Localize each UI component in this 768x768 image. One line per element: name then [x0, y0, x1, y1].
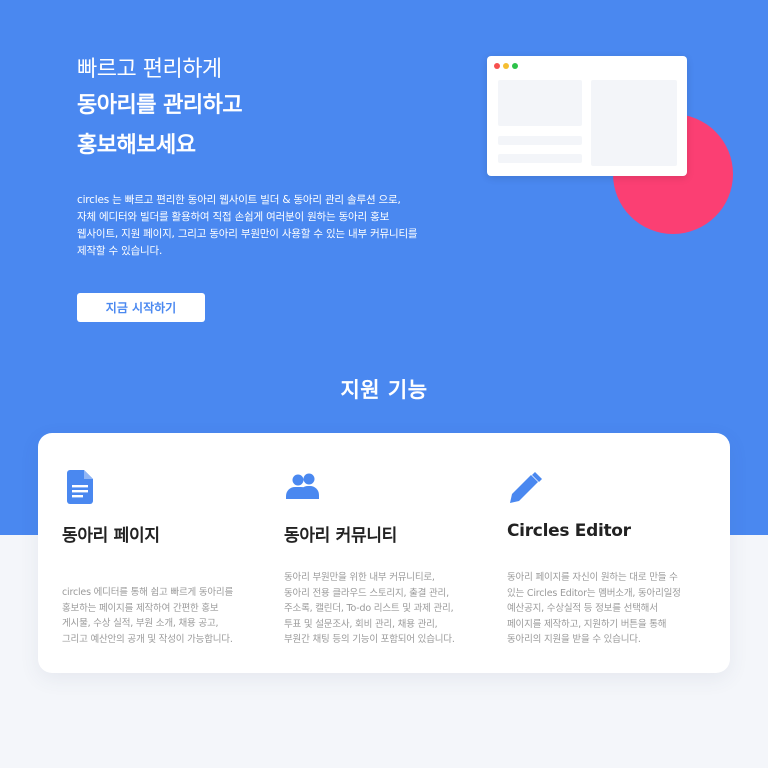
feature-description-line: 투표 및 설문조사, 회비 관리, 채용 관리, — [284, 618, 438, 630]
document-icon — [67, 470, 93, 508]
hero-description-line: 제작할 수 있습니다. — [77, 245, 163, 257]
feature-title: 동아리 커뮤니티 — [284, 526, 397, 546]
feature-description-line: 동아리의 지원을 받을 수 있습니다. — [507, 634, 641, 645]
feature-description-line: 동아리 전용 클라우드 스토리지, 출결 관리, — [284, 587, 449, 599]
window-close-dot — [494, 63, 500, 69]
feature-description-line: 동아리 부원만을 위한 내부 커뮤니티로, — [284, 572, 435, 583]
window-placeholder-line — [498, 136, 582, 145]
window-minimize-dot — [503, 63, 509, 69]
window-maximize-dot — [512, 63, 518, 69]
feature-description-line: 그리고 예산안의 공개 및 작성이 가능합니다. — [62, 633, 233, 645]
features-section-title: 지원 기능 — [340, 378, 428, 402]
hero-description-line: 자체 에디터와 빌더를 활용하여 직접 손쉽게 여러분이 원하는 동아리 홍보 — [77, 211, 390, 223]
feature-title: 동아리 페이지 — [62, 526, 160, 546]
hero-headline: 빠르고 편리하게 동아리를 관리하고 홍보해보세요 — [77, 56, 243, 164]
start-now-button[interactable]: 지금 시작하기 — [77, 293, 205, 322]
headline-line-1: 빠르고 편리하게 — [77, 57, 222, 82]
feature-description-line: 부원간 채팅 등의 기능이 포함되어 있습니다. — [284, 634, 455, 645]
hero-description: circles 는 빠르고 편리한 동아리 웹사이트 빌더 & 동아리 관리 솔… — [77, 192, 457, 260]
headline-line-2: 동아리를 관리하고 — [77, 93, 243, 118]
browser-window-illustration — [487, 56, 687, 176]
hero-description-line: 웹사이트, 지원 페이지, 그리고 동아리 부원만이 사용할 수 있는 내부 커… — [77, 228, 418, 240]
hero-description-line: circles 는 빠르고 편리한 동아리 웹사이트 빌더 & 동아리 관리 솔… — [77, 194, 401, 206]
people-icon — [286, 473, 322, 503]
window-placeholder-block — [591, 80, 677, 166]
feature-description-line: 예산공지, 수상실적 등 정보를 선택해서 — [507, 603, 658, 614]
feature-description: circles 에디터를 통해 쉽고 빠르게 동아리를 홍보하는 페이지를 제작… — [62, 585, 272, 647]
feature-description-line: 게시물, 수상 실적, 부원 소개, 채용 공고, — [62, 618, 219, 629]
feature-description-line: 홍보하는 페이지를 제작하여 간편한 홍보 — [62, 602, 219, 614]
headline-line-3: 홍보해보세요 — [77, 133, 196, 158]
window-placeholder-line — [498, 154, 582, 163]
window-placeholder-block — [498, 80, 582, 126]
feature-description: 동아리 부원만을 위한 내부 커뮤니티로, 동아리 전용 클라우드 스토리지, … — [284, 570, 494, 648]
feature-description-line: 주소록, 캘린더, To-do 리스트 및 과제 관리, — [284, 603, 454, 614]
feature-description-line: 페이지를 제작하고, 지원하기 버튼을 통해 — [507, 618, 667, 630]
feature-description-line: 있는 Circles Editor는 멤버소개, 동아리일정 — [507, 587, 681, 599]
feature-title: Circles Editor — [507, 521, 631, 541]
feature-description-line: circles 에디터를 통해 쉽고 빠르게 동아리를 — [62, 587, 234, 598]
feature-description-line: 동아리 페이지를 자신이 원하는 대로 만들 수 — [507, 572, 678, 583]
features-card: 동아리 페이지 circles 에디터를 통해 쉽고 빠르게 동아리를 홍보하는… — [38, 433, 730, 673]
pencil-icon — [510, 471, 542, 507]
feature-description: 동아리 페이지를 자신이 원하는 대로 만들 수 있는 Circles Edit… — [507, 570, 717, 648]
